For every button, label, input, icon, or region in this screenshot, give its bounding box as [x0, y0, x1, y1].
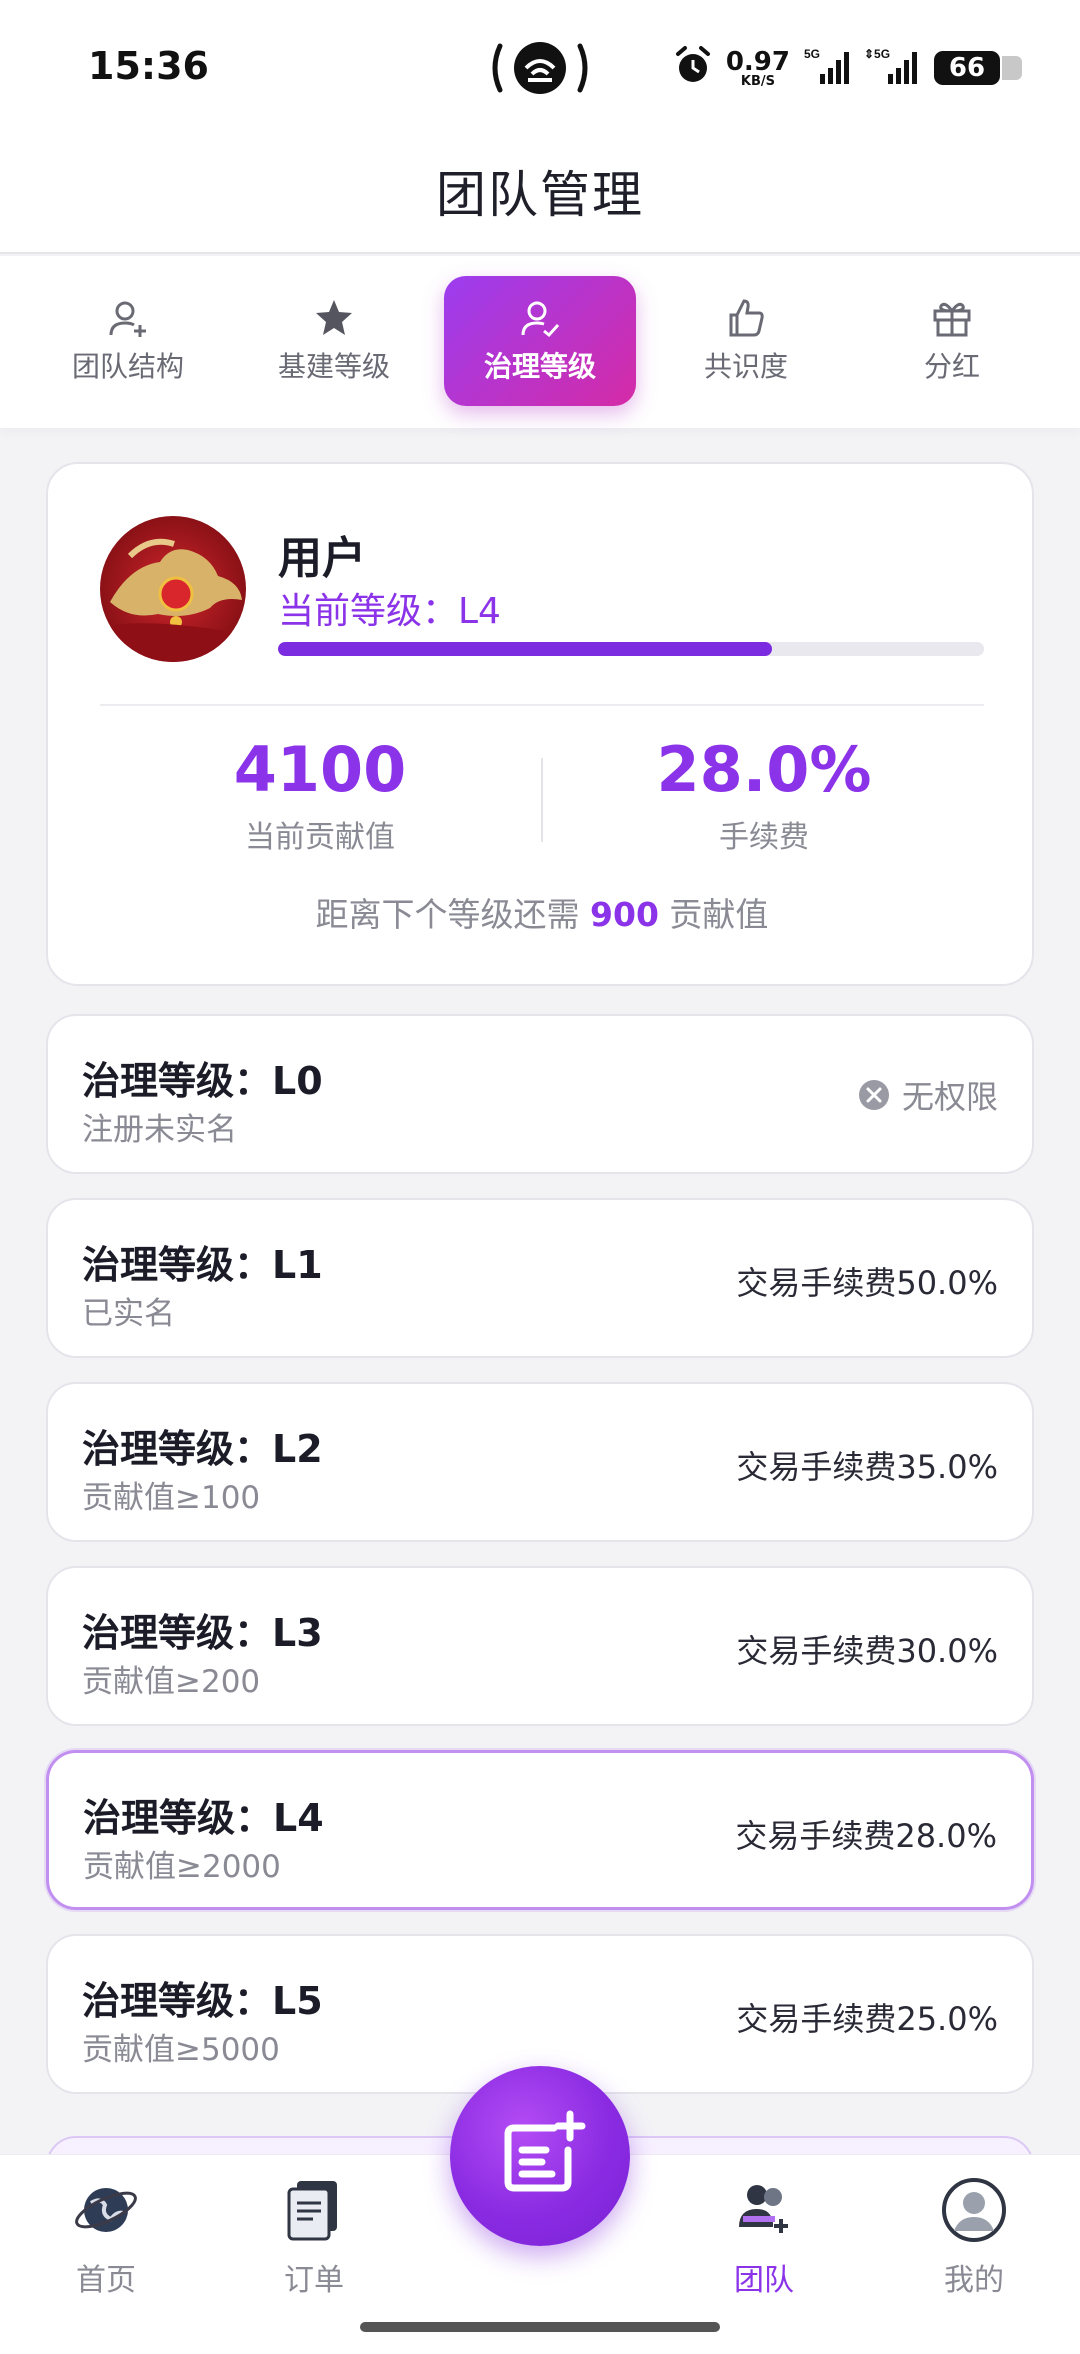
- nav-team[interactable]: 团队: [684, 2175, 844, 2315]
- alarm-icon: [674, 46, 712, 90]
- current-level: 当前等级：L4: [278, 591, 501, 632]
- svg-text:5G: 5G: [804, 47, 820, 61]
- nav-label: 订单: [284, 2263, 344, 2298]
- signal-5g-icon: 5G: [804, 46, 850, 90]
- nav-orders[interactable]: 订单: [234, 2175, 394, 2315]
- battery-icon: 66: [934, 51, 1022, 85]
- level-fee: 交易手续费30.0%: [736, 1632, 998, 1670]
- nav-label: 首页: [76, 2263, 136, 2298]
- profile-icon: [942, 2178, 1006, 2242]
- contribution-stat: 4100 当前贡献值: [100, 733, 540, 856]
- nav-label: 我的: [944, 2263, 1004, 2298]
- next-level-amount: 900: [590, 895, 659, 934]
- level-fee: 交易手续费50.0%: [736, 1264, 998, 1302]
- next-level-hint: 距离下个等级还需 900 贡献值: [48, 888, 1036, 936]
- level-title: 治理等级：L2: [82, 1427, 323, 1471]
- net-speed-unit: KB/S: [740, 73, 775, 89]
- close-circle-icon: [858, 1080, 889, 1110]
- level-progress-bar: [278, 642, 984, 656]
- fee-stat: 28.0% 手续费: [544, 733, 984, 856]
- level-title: 治理等级：L5: [82, 1979, 323, 2023]
- status-bar: 15:36 0.97 KB/S 5G ⇕5G 66: [0, 0, 1080, 130]
- level-fee: 交易手续费28.0%: [735, 1817, 997, 1855]
- gift-icon: [933, 302, 971, 337]
- stat-divider: [541, 758, 543, 842]
- thumbs-up-icon: [729, 299, 764, 337]
- contribution-value: 4100: [233, 733, 407, 806]
- tab-label: 分红: [923, 350, 980, 383]
- level-requirement: 贡献值≥100: [82, 1480, 261, 1516]
- status-time: 15:36: [88, 44, 209, 88]
- level-requirement: 已实名: [82, 1296, 175, 1332]
- star-icon: [316, 300, 352, 335]
- level-title: 治理等级：L0: [82, 1059, 323, 1103]
- user-check-icon: [521, 301, 560, 338]
- tab-infrastructure-level[interactable]: 基建等级: [238, 276, 430, 406]
- level-requirement: 贡献值≥2000: [83, 1849, 281, 1885]
- orders-icon: [287, 2181, 337, 2241]
- level-fee: 交易手续费35.0%: [736, 1448, 998, 1486]
- no-permission-badge: 无权限: [858, 1072, 998, 1118]
- level-card-l0[interactable]: 治理等级：L0 注册未实名 无权限: [46, 1014, 1034, 1174]
- fee-value: 28.0%: [656, 733, 872, 806]
- level-requirement: 注册未实名: [82, 1112, 237, 1148]
- team-icon: [739, 2185, 788, 2233]
- divider: [100, 704, 984, 706]
- tab-label: 团队结构: [71, 350, 184, 383]
- net-speed-value: 0.97: [725, 46, 790, 77]
- nav-label: 团队: [734, 2263, 794, 2298]
- fee-label: 手续费: [719, 820, 809, 856]
- tab-consensus[interactable]: 共识度: [650, 276, 842, 406]
- net-speed: 0.97 KB/S: [726, 49, 790, 88]
- page-header: 团队管理: [0, 130, 1080, 254]
- level-requirement: 贡献值≥200: [82, 1664, 261, 1700]
- level-fee: 交易手续费25.0%: [736, 2000, 998, 2038]
- user-name: 用户: [278, 533, 366, 584]
- level-card-l2[interactable]: 治理等级：L2 贡献值≥100 交易手续费35.0%: [46, 1382, 1034, 1542]
- level-card-l1[interactable]: 治理等级：L1 已实名 交易手续费50.0%: [46, 1198, 1034, 1358]
- next-level-prefix: 距离下个等级还需: [315, 895, 591, 934]
- hotspot-icon: [488, 38, 592, 98]
- add-note-icon: [504, 2110, 586, 2192]
- user-add-icon: [109, 301, 146, 337]
- home-indicator[interactable]: [360, 2322, 720, 2332]
- no-permission-label: 无权限: [901, 1078, 998, 1116]
- signal-5g-icon: ⇕5G: [864, 46, 920, 90]
- tab-dividend[interactable]: 分红: [856, 276, 1048, 406]
- page-title: 团队管理: [436, 166, 644, 224]
- tab-governance-level[interactable]: 治理等级: [444, 276, 636, 406]
- tab-label: 基建等级: [277, 350, 390, 383]
- level-title: 治理等级：L1: [82, 1243, 323, 1287]
- level-requirement: 贡献值≥5000: [82, 2032, 280, 2068]
- svg-text:⇕5G: ⇕5G: [864, 47, 890, 61]
- level-card-l4-current[interactable]: 治理等级：L4 贡献值≥2000 交易手续费28.0%: [46, 1750, 1034, 1910]
- tab-team-structure[interactable]: 团队结构: [32, 276, 224, 406]
- tab-label: 共识度: [703, 350, 788, 383]
- tab-label: 治理等级: [483, 350, 596, 383]
- next-level-suffix: 贡献值: [658, 895, 769, 934]
- level-card-l3[interactable]: 治理等级：L3 贡献值≥200 交易手续费30.0%: [46, 1566, 1034, 1726]
- level-title: 治理等级：L4: [83, 1796, 324, 1840]
- avatar[interactable]: [100, 516, 246, 662]
- nav-home[interactable]: 首页: [26, 2175, 186, 2315]
- tab-bar: 团队结构 基建等级 治理等级 共识度 分红: [0, 256, 1080, 428]
- contribution-label: 当前贡献值: [245, 820, 395, 856]
- level-progress-fill: [278, 642, 773, 656]
- nav-profile[interactable]: 我的: [894, 2175, 1054, 2315]
- create-order-button[interactable]: [450, 2066, 630, 2246]
- profile-card: 用户 当前等级：L4 4100 当前贡献值 28.0% 手续费 距离下个等级还需…: [46, 462, 1034, 986]
- globe-icon: [75, 2188, 137, 2232]
- level-title: 治理等级：L3: [82, 1611, 323, 1655]
